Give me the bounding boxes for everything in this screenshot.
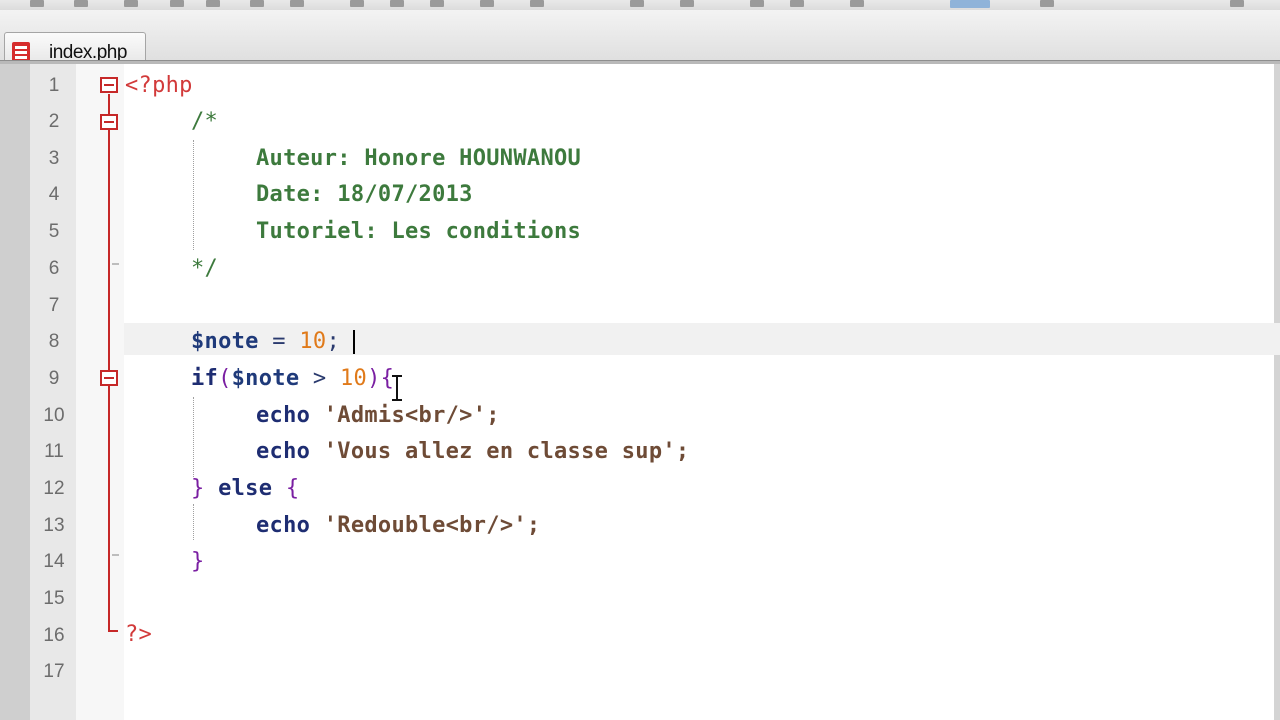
php-file-icon [12, 42, 30, 62]
keyword-token: if [191, 366, 219, 391]
toolbar-button[interactable] [124, 0, 138, 7]
code-line-6: */ [191, 256, 219, 281]
line-number: 9 [48, 368, 60, 389]
toolbar-button[interactable] [850, 0, 864, 7]
indent-guide [193, 504, 194, 540]
toolbar-button[interactable] [480, 0, 494, 7]
toolbar-button[interactable] [1230, 0, 1244, 7]
bracket-token: } [191, 476, 205, 501]
keyword-token: else [204, 476, 286, 501]
code-line-11: echo 'Vous allez en classe sup'; [256, 439, 689, 464]
toolbar-button[interactable] [30, 0, 44, 7]
toolbar-button[interactable] [430, 0, 444, 7]
keyword-token: echo [256, 403, 311, 428]
code-line-5: Tutoriel: Les conditions [256, 219, 582, 244]
bracket-token: ){ [367, 366, 395, 391]
code-line-3: Auteur: Honore HOUNWANOU [256, 146, 582, 171]
line-number: 6 [48, 258, 60, 279]
indent-guide [193, 397, 194, 477]
code-line-10: echo 'Admis<br/>'; [256, 403, 500, 428]
mouse-ibeam-cursor-icon [392, 375, 402, 401]
line-number: 2 [48, 111, 60, 132]
fold-end-tick [112, 263, 119, 265]
operator-token: > [299, 366, 341, 391]
operator-token: = [258, 329, 300, 354]
keyword-token: echo [256, 439, 311, 464]
fold-toggle-icon[interactable] [100, 114, 118, 130]
line-number: 14 [43, 551, 65, 572]
string-token: 'Admis<br/>'; [310, 403, 500, 428]
toolbar-button[interactable] [206, 0, 220, 7]
line-number: 8 [48, 331, 60, 352]
toolbar-button[interactable] [170, 0, 184, 7]
toolbar-button[interactable] [290, 0, 304, 7]
line-number: 7 [48, 295, 60, 316]
fold-toggle-icon[interactable] [100, 370, 118, 386]
code-line-2: /* [191, 109, 219, 134]
line-number: 3 [48, 148, 60, 169]
toolbar-button[interactable] [630, 0, 644, 7]
toolbar-button[interactable] [390, 0, 404, 7]
toolbar-button[interactable] [790, 0, 804, 7]
code-line-12: } else { [191, 476, 299, 501]
keyword-token: echo [256, 513, 311, 538]
line-number: 4 [48, 184, 60, 205]
fold-end-tick [112, 554, 119, 556]
vertical-scrollbar[interactable] [1274, 64, 1280, 720]
toolbar-button[interactable] [750, 0, 764, 7]
fold-end-marker [108, 630, 118, 632]
line-number: 1 [48, 75, 60, 96]
code-editor[interactable]: 1 2 3 4 5 6 7 8 9 10 11 12 13 14 15 16 1… [0, 64, 1280, 720]
line-number: 16 [43, 625, 65, 646]
gutter-edge [0, 64, 30, 720]
code-line-9: if($note > 10){ [191, 366, 394, 391]
toolbar-button[interactable] [680, 0, 694, 7]
tab-bar: index.php [0, 10, 1280, 70]
code-line-4: Date: 18/07/2013 [256, 182, 473, 207]
line-number: 15 [43, 588, 65, 609]
line-number: 13 [43, 515, 65, 536]
fold-margin [76, 64, 124, 720]
fold-toggle-icon[interactable] [100, 77, 118, 93]
bracket-token: { [285, 476, 300, 501]
bracket-token: ( [218, 366, 232, 391]
toolbar-button[interactable] [350, 0, 364, 7]
string-token: 'Vous allez en classe sup'; [310, 439, 690, 464]
line-number: 5 [48, 221, 60, 242]
toolbar-button[interactable] [1040, 0, 1054, 7]
code-line-1: <?php [125, 73, 193, 98]
toolbar-button[interactable] [250, 0, 264, 7]
text-caret [353, 330, 355, 354]
toolbar-button[interactable] [74, 0, 88, 7]
code-line-16: ?> [125, 622, 153, 647]
code-line-14: } [191, 549, 205, 574]
toolbar-button[interactable] [530, 0, 544, 7]
string-token: 'Redouble<br/>'; [310, 513, 541, 538]
number-token: 10 [340, 366, 368, 391]
line-number: 17 [43, 661, 65, 682]
number-token: 10 [299, 329, 327, 354]
code-line-8: $note = 10; [191, 329, 340, 354]
line-number: 12 [43, 478, 65, 499]
variable-token: $note [191, 329, 259, 354]
variable-token: $note [231, 366, 300, 391]
fold-guide-php-block [108, 94, 110, 630]
indent-guide [193, 140, 194, 250]
line-number: 10 [43, 405, 65, 426]
line-number: 11 [44, 441, 64, 462]
code-line-13: echo 'Redouble<br/>'; [256, 513, 540, 538]
semicolon-token: ; [326, 329, 341, 354]
toolbar-button-selected[interactable] [950, 0, 990, 8]
